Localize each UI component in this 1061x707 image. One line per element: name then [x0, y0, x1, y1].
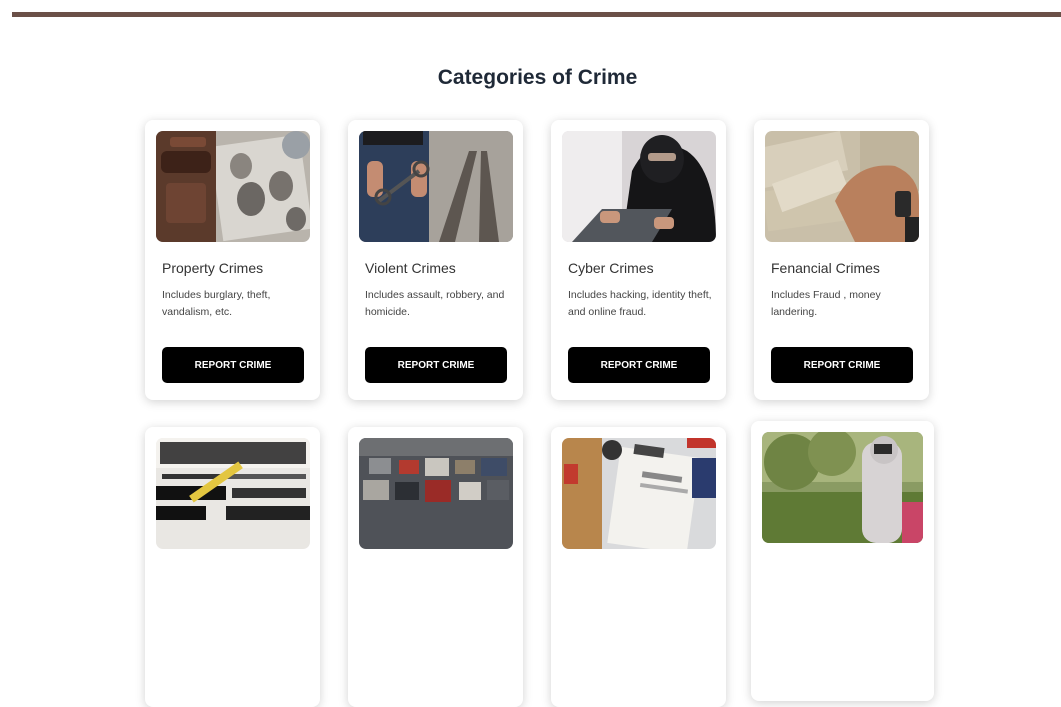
category-card-property: Property Crimes Includes burglary, theft…	[145, 120, 320, 400]
section-title: Categories of Crime	[437, 66, 638, 89]
category-card-traffic	[348, 427, 523, 707]
category-card-evidence	[551, 427, 726, 707]
traffic-crime-image	[359, 438, 513, 549]
card-title: Cyber Crimes	[568, 260, 654, 276]
card-description: Includes assault, robbery, and homicide.	[365, 289, 505, 318]
property-crime-image	[156, 131, 310, 242]
report-crime-button[interactable]: REPORT CRIME	[771, 347, 913, 383]
top-divider	[12, 12, 1061, 17]
category-card-environment	[751, 421, 934, 701]
category-card-financial: Fenancial Crimes Includes Fraud , money …	[754, 120, 929, 400]
card-title: Violent Crimes	[365, 260, 456, 276]
category-card-cyber: Cyber Crimes Includes hacking, identity …	[551, 120, 726, 400]
environmental-crime-image	[762, 432, 923, 543]
evidence-image	[562, 438, 716, 549]
report-crime-button[interactable]: REPORT CRIME	[568, 347, 710, 383]
report-crime-button[interactable]: REPORT CRIME	[162, 347, 304, 383]
category-card-violent: Violent Crimes Includes assault, robbery…	[348, 120, 523, 400]
violent-crime-image	[359, 131, 513, 242]
card-title: Fenancial Crimes	[771, 260, 880, 276]
card-description: Includes burglary, theft, vandalism, etc…	[162, 289, 271, 318]
card-title: Property Crimes	[162, 260, 264, 276]
financial-crime-image	[765, 131, 919, 242]
drug-crime-image	[156, 438, 310, 549]
cyber-crime-image	[562, 131, 716, 242]
category-card-drugs	[145, 427, 320, 707]
card-description: Includes hacking, identity theft, and on…	[568, 289, 712, 318]
card-description: Includes Fraud , money landering.	[771, 289, 881, 318]
report-crime-button[interactable]: REPORT CRIME	[365, 347, 507, 383]
